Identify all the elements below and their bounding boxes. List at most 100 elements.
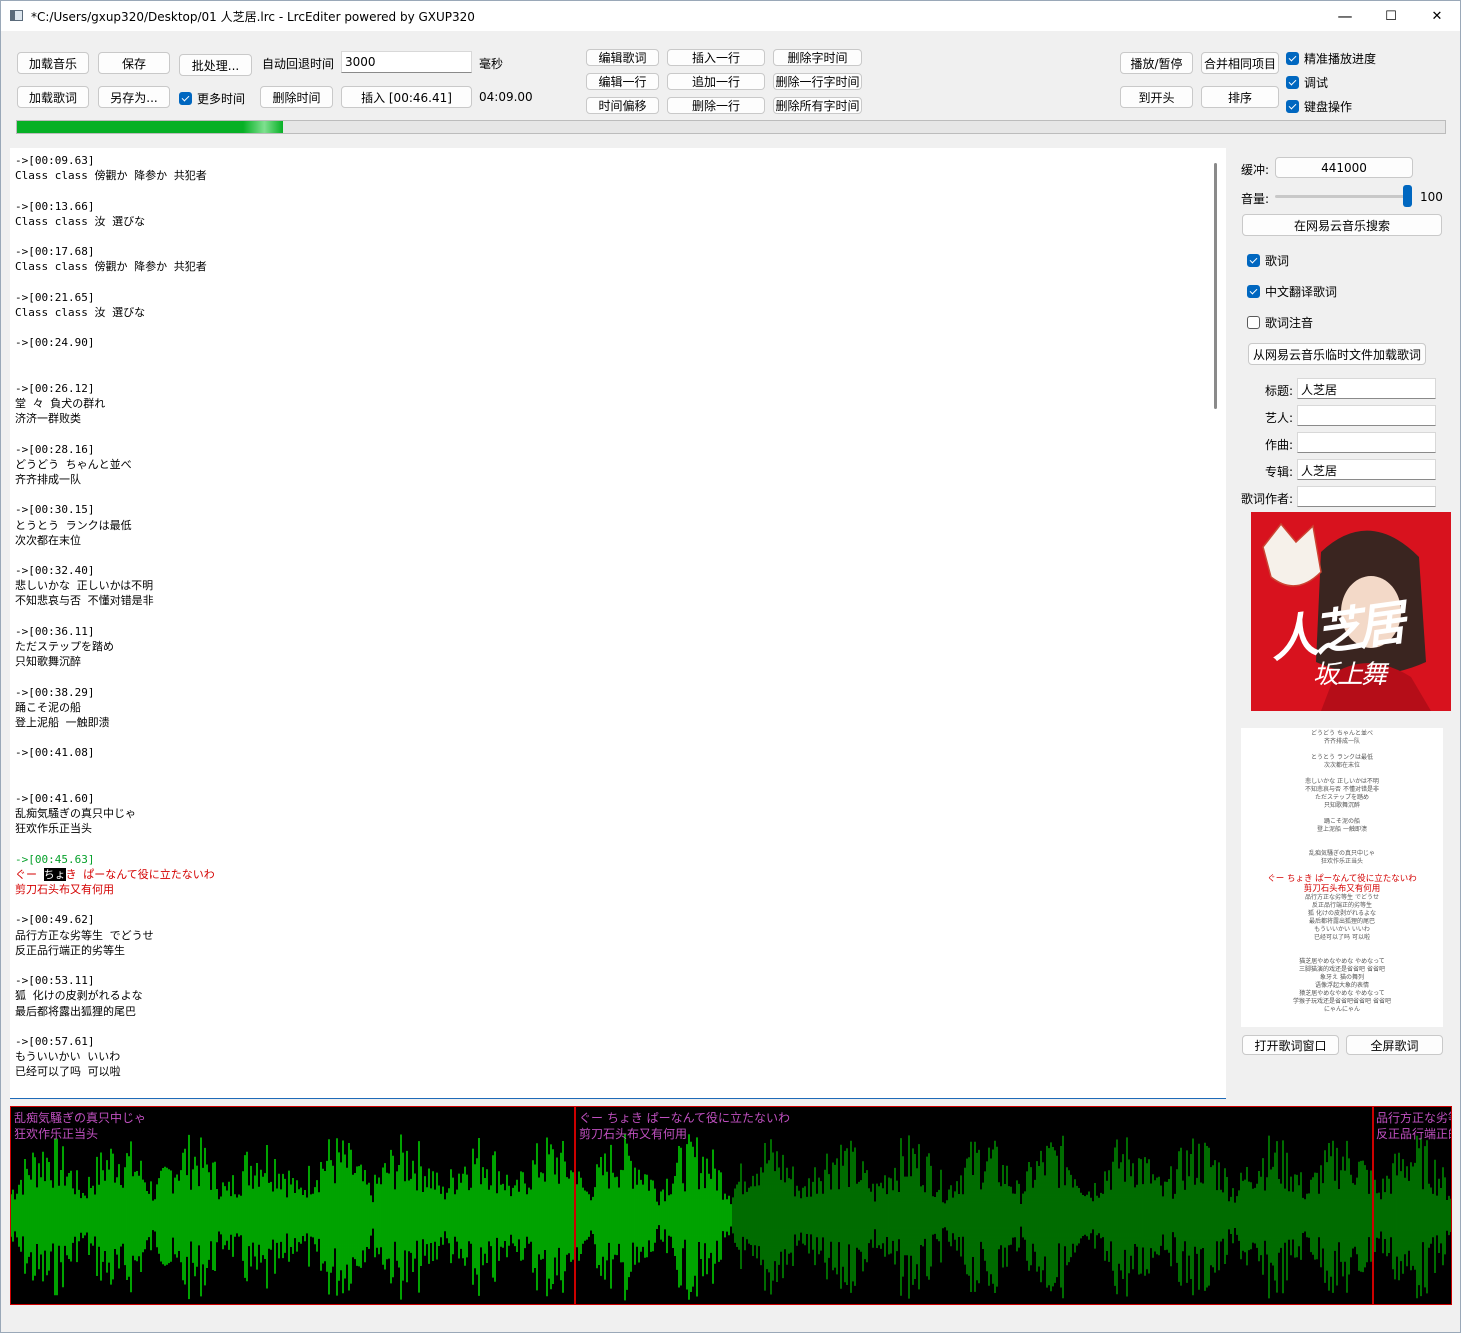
playback-progress-bar[interactable] (16, 120, 1446, 134)
lyric-line[interactable]: 最后都将露出狐狸的尾巴 (15, 1004, 215, 1019)
lyric-timestamp[interactable]: ->[00:32.40] (15, 563, 215, 578)
waveform-view[interactable]: 乱痴気騒ぎの真只中じゃ 狂欢作乐正当头 ぐー ちょき ぱーなんて役に立たないわ … (10, 1106, 1452, 1305)
volume-slider-handle[interactable] (1403, 185, 1412, 207)
lyric-line[interactable]: 不知悲哀与否 不懂对错是非 (15, 593, 215, 608)
delete-all-word-time-button[interactable]: 删除所有字时间 (773, 97, 862, 114)
batch-button[interactable]: 批处理... (179, 54, 252, 76)
title-label: 标题: (1265, 384, 1294, 398)
save-as-button[interactable]: 另存为... (98, 86, 170, 108)
merge-same-button[interactable]: 合并相同项目 (1201, 52, 1279, 74)
lyric-line[interactable]: 次次都在末位 (15, 533, 215, 548)
delete-line-word-time-button[interactable]: 删除一行字时间 (773, 73, 862, 90)
lyric-timestamp[interactable]: ->[00:49.62] (15, 912, 215, 927)
lyric-line[interactable]: ただステップを踏め (15, 639, 215, 654)
keyboard-ops-checkbox[interactable]: 键盘操作 (1286, 98, 1352, 115)
album-input[interactable]: 人芝居 (1297, 459, 1436, 480)
lyric-timestamp[interactable]: ->[00:53.11] (15, 973, 215, 988)
lyric-timestamp[interactable]: ->[00:09.63] (15, 153, 215, 168)
lyric-timestamp[interactable]: ->[00:24.90] (15, 335, 215, 350)
artist-input[interactable] (1297, 405, 1436, 426)
lyrics-editor[interactable]: ->[00:09.63] Class class 傍觀か 降参か 共犯者 ->[00… (10, 148, 1226, 1099)
lyric-line[interactable]: 狐 化けの皮剥がれるよな (15, 988, 215, 1003)
lyric-timestamp[interactable]: ->[00:28.16] (15, 442, 215, 457)
lyric-timestamp[interactable]: ->[01:03.79] (15, 1095, 215, 1098)
sort-button[interactable]: 排序 (1201, 86, 1279, 108)
fullscreen-lyrics-button[interactable]: 全屏歌词 (1346, 1035, 1443, 1055)
current-lyric-translation[interactable]: 剪刀石头布又有何用 (15, 882, 215, 897)
maximize-button[interactable]: ☐ (1368, 1, 1414, 31)
duration-label: 04:09.00 (479, 90, 533, 104)
lyric-line[interactable]: 反正品行端正的劣等生 (15, 943, 215, 958)
insert-button[interactable]: 插入 [00:46.41] (341, 86, 472, 108)
lyric-timestamp[interactable]: ->[00:41.08] (15, 745, 215, 760)
current-lyric-timestamp[interactable]: ->[00:45.63] (15, 852, 215, 867)
lyricist-input[interactable] (1297, 486, 1436, 507)
more-time-checkbox[interactable]: 更多时间 (179, 90, 245, 107)
lyric-timestamp[interactable]: ->[00:41.60] (15, 791, 215, 806)
title-input[interactable]: 人芝居 (1297, 378, 1436, 399)
edit-line-button[interactable]: 编辑一行 (586, 73, 659, 90)
lyric-line[interactable] (15, 761, 215, 776)
time-offset-button[interactable]: 时间偏移 (586, 97, 659, 114)
lyric-timestamp[interactable]: ->[00:57.61] (15, 1034, 215, 1049)
lyric-line[interactable]: 济济一群败类 (15, 411, 215, 426)
title-bar[interactable]: *C:/Users/gxup320/Desktop/01 人芝居.lrc - L… (1, 1, 1460, 31)
open-lyrics-window-button[interactable]: 打开歌词窗口 (1242, 1035, 1339, 1055)
minimize-button[interactable]: — (1322, 1, 1368, 31)
lyric-line[interactable]: Class class 傍觀か 降参か 共犯者 (15, 259, 215, 274)
editor-scrollbar[interactable] (1214, 163, 1217, 409)
current-lyric-line[interactable]: ぐー ちょき ぱーなんて役に立たないわ (15, 867, 215, 882)
lyric-line[interactable]: 只知歌舞沉醉 (15, 654, 215, 669)
lyrics-text[interactable]: ->[00:09.63] Class class 傍觀か 降参か 共犯者 ->[00… (15, 153, 215, 1098)
load-lyrics-button[interactable]: 加载歌词 (17, 86, 89, 108)
play-pause-button[interactable]: 播放/暂停 (1120, 52, 1193, 74)
lyric-timestamp[interactable]: ->[00:38.29] (15, 685, 215, 700)
lyric-line[interactable]: Class class 傍觀か 降参か 共犯者 (15, 168, 215, 183)
lyric-line[interactable]: 已经可以了吗 可以啦 (15, 1064, 215, 1079)
lyric-line[interactable]: 登上泥船 一触即溃 (15, 715, 215, 730)
volume-slider[interactable] (1275, 195, 1411, 198)
save-button[interactable]: 保存 (98, 52, 170, 74)
search-netease-button[interactable]: 在网易云音乐搜索 (1242, 214, 1442, 236)
delete-word-time-button[interactable]: 删除字时间 (773, 49, 862, 66)
delete-line-button[interactable]: 删除一行 (667, 97, 765, 114)
lyric-line[interactable]: どうどう ちゃんと並べ (15, 457, 215, 472)
lyric-line[interactable] (15, 350, 215, 365)
load-from-cache-button[interactable]: 从网易云音乐临时文件加载歌词 (1248, 343, 1426, 365)
auto-rewind-input[interactable]: 3000 (341, 51, 472, 73)
lyric-line[interactable]: 狂欢作乐正当头 (15, 821, 215, 836)
debug-checkbox[interactable]: 调试 (1286, 74, 1328, 91)
lyric-line[interactable]: 品行方正な劣等生 でどうせ (15, 928, 215, 943)
insert-line-button[interactable]: 插入一行 (667, 49, 765, 66)
lyric-line[interactable]: 踊こそ泥の船 (15, 700, 215, 715)
cn-translation-checkbox[interactable]: 中文翻译歌词 (1247, 283, 1337, 300)
edit-lyrics-button[interactable]: 编辑歌词 (586, 49, 659, 66)
lyric-line[interactable]: もういいかい いいわ (15, 1049, 215, 1064)
composer-input[interactable] (1297, 432, 1436, 453)
cover-artist-text: 坂上舞 (1313, 660, 1387, 690)
delete-time-button[interactable]: 删除时间 (260, 86, 333, 108)
phonetic-checkbox[interactable]: 歌词注音 (1247, 314, 1313, 331)
load-music-button[interactable]: 加载音乐 (17, 52, 89, 74)
lyric-timestamp[interactable]: ->[00:13.66] (15, 199, 215, 214)
selected-text[interactable]: ちょ (43, 867, 66, 881)
lyric-timestamp[interactable]: ->[00:30.15] (15, 502, 215, 517)
lyric-timestamp[interactable]: ->[00:26.12] (15, 381, 215, 396)
lyric-timestamp[interactable]: ->[00:17.68] (15, 244, 215, 259)
precise-progress-checkbox[interactable]: 精准播放进度 (1286, 50, 1376, 67)
close-button[interactable]: ✕ (1414, 1, 1460, 31)
lyric-line[interactable]: とうとう ランクは最低 (15, 518, 215, 533)
preview-line: ぐー ちょき ぱーなんて役に立たないわ (1267, 874, 1417, 884)
lyric-line[interactable]: 悲しいかな 正しいかは不明 (15, 578, 215, 593)
lyric-line[interactable]: 齐齐排成一队 (15, 472, 215, 487)
buffer-value[interactable]: 441000 (1275, 157, 1413, 178)
lyric-timestamp[interactable]: ->[00:21.65] (15, 290, 215, 305)
lyric-line[interactable]: Class class 汝 選びな (15, 214, 215, 229)
lyric-timestamp[interactable]: ->[00:36.11] (15, 624, 215, 639)
append-line-button[interactable]: 追加一行 (667, 73, 765, 90)
lyric-line[interactable]: Class class 汝 選びな (15, 305, 215, 320)
lyric-line[interactable]: 乱痴気騒ぎの真只中じゃ (15, 806, 215, 821)
lyric-line[interactable]: 堂 々 負犬の群れ (15, 396, 215, 411)
to-start-button[interactable]: 到开头 (1120, 86, 1193, 108)
lyrics-checkbox[interactable]: 歌词 (1247, 252, 1289, 269)
